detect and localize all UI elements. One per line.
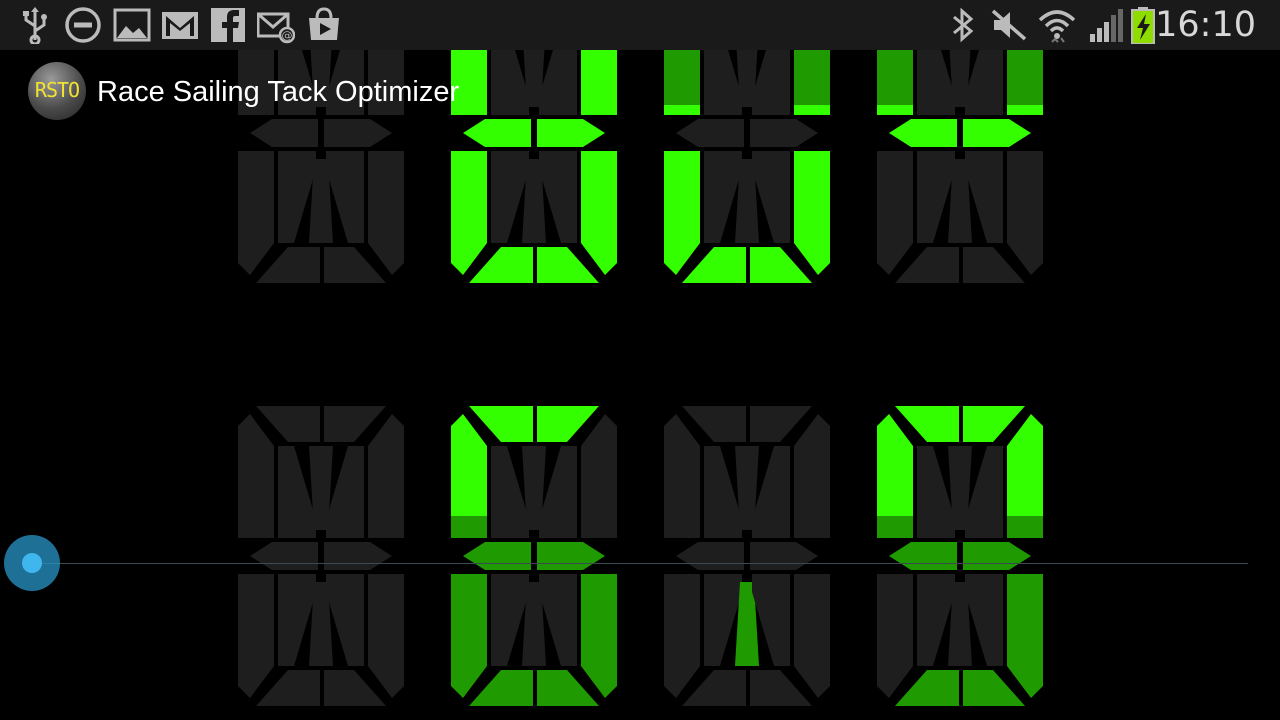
segment-highlight [877,516,913,538]
segment-c [581,574,617,698]
segment-c [1007,574,1043,698]
app-icon-label: RSTO [34,78,80,102]
segment-g2 [537,542,605,570]
usb-icon [23,7,47,44]
segment-f [664,414,700,538]
gallery-icon [113,8,151,42]
app-title: Race Sailing Tack Optimizer [97,76,460,108]
segment-e [877,151,913,275]
segment-b [581,414,617,538]
digit-cell [451,406,617,706]
segment-g2 [324,542,392,570]
clock: 16:10 [1155,5,1256,45]
segment-e [451,151,487,275]
segment-c [794,574,830,698]
scrubber-track[interactable] [32,563,1248,564]
segment-e [664,574,700,698]
digit-cell [664,406,830,706]
segment-highlight [1007,516,1043,538]
segment-c [581,151,617,275]
segment-c [368,574,404,698]
segment-g1 [889,542,957,570]
app-icon[interactable]: RSTO [28,62,86,120]
segment-g1 [676,542,744,570]
do-not-disturb-icon [65,7,101,43]
segment-g2 [750,542,818,570]
segment-c [368,151,404,275]
digit-cell [877,406,1043,706]
segment-b [794,414,830,538]
digit-cell [238,406,404,706]
signal-icon [1090,9,1123,42]
segment-c [1007,151,1043,275]
segment-g1 [463,542,531,570]
segment-e [664,151,700,275]
gmail-icon [162,12,198,39]
segment-f [238,414,274,538]
scrubber-thumb[interactable] [4,535,60,591]
wifi-icon [1038,10,1076,43]
segment-g2 [963,542,1031,570]
segment-e [877,574,913,698]
segment-e [238,574,274,698]
play-store-icon [309,7,339,40]
status-bar: @ 16:10 [0,0,1280,50]
svg-text:@: @ [282,29,293,42]
bluetooth-icon [953,7,974,43]
action-bar: RSTO Race Sailing Tack Optimizer [0,50,1280,134]
segment-e [451,574,487,698]
facebook-icon [211,8,245,42]
email-icon: @ [257,12,295,44]
segment-c [794,151,830,275]
segment-b [368,414,404,538]
muted-icon [991,9,1027,41]
segment-highlight [451,516,487,538]
segment-g1 [250,542,318,570]
segment-e [238,151,274,275]
